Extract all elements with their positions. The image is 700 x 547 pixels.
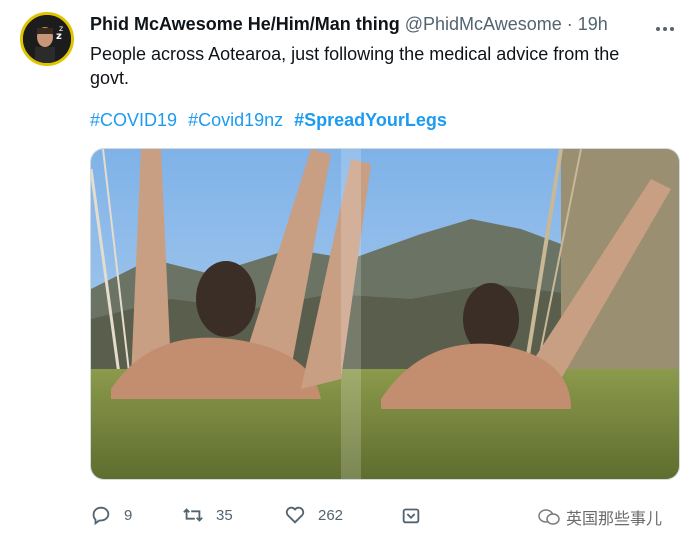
hashtag-spreadyourlegs[interactable]: #SpreadYourLegs — [294, 110, 447, 130]
avatar[interactable]: z z — [20, 12, 74, 66]
hashtag-covid19nz[interactable]: #Covid19nz — [188, 110, 283, 130]
wechat-icon — [538, 509, 560, 525]
like-count: 262 — [318, 506, 344, 524]
retweet-count: 35 — [216, 506, 233, 524]
more-icon[interactable] — [656, 18, 678, 31]
reply-button[interactable]: 9 — [90, 504, 132, 526]
retweet-button[interactable]: 35 — [182, 504, 233, 526]
like-button[interactable]: 262 — [284, 504, 343, 526]
tweet-media[interactable] — [90, 148, 680, 480]
reply-icon — [92, 506, 110, 526]
author-name[interactable]: Phid McAwesome He/Him/Man thing — [90, 14, 400, 34]
hashtags: #COVID19 #Covid19nz #SpreadYourLegs — [90, 110, 453, 131]
watermark-text: 英国那些事儿 — [566, 511, 663, 528]
svg-text:z: z — [59, 24, 63, 33]
heart-icon — [285, 506, 305, 524]
author-handle[interactable]: @PhidMcAwesome — [405, 14, 562, 34]
hashtag-covid19[interactable]: #COVID19 — [90, 110, 177, 130]
reply-count: 9 — [124, 506, 133, 524]
retweet-icon — [183, 508, 203, 522]
separator-dot: · — [566, 14, 573, 34]
tweet-header: Phid McAwesome He/Him/Man thing @PhidMcA… — [90, 14, 670, 35]
share-icon — [402, 508, 420, 524]
timestamp[interactable]: 19h — [578, 14, 608, 34]
tweet-text: People across Aotearoa, just following t… — [90, 44, 620, 88]
share-button[interactable] — [400, 504, 434, 526]
watermark: 英国那些事儿 — [538, 505, 662, 529]
